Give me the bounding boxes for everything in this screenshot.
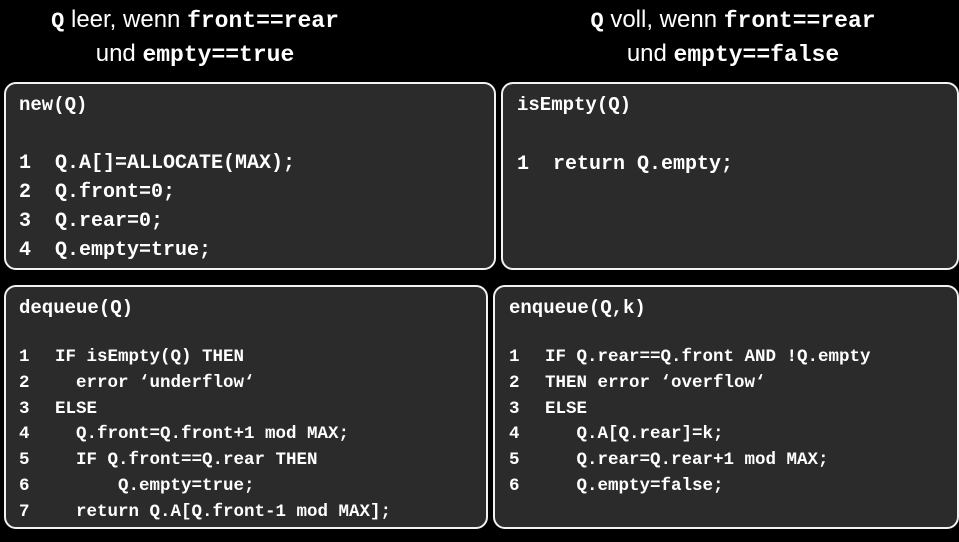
line-number: 2: [19, 372, 30, 393]
queue-full-condition: Q voll, wenn front==rear und empty==fals…: [538, 4, 928, 71]
line-number: 6: [509, 475, 520, 496]
code-line: 1 Q.A[]=ALLOCATE(MAX);: [19, 149, 295, 178]
condition-text: leer, wenn: [64, 6, 188, 33]
condition-expression: empty==false: [673, 42, 840, 68]
code-box-new: new(Q) 1 Q.A[]=ALLOCATE(MAX); 2 Q.front=0;…: [4, 82, 496, 270]
code-line: 2 Q.front=0;: [19, 178, 295, 207]
code-lines: 1 IF isEmpty(Q) THEN 2 error ‘underflow‘ …: [19, 345, 391, 526]
code-line: 2 THEN error ‘overflow‘: [509, 371, 871, 397]
line-code: return Q.A[Q.front-1 mod MAX];: [55, 501, 392, 522]
line-number: 2: [509, 372, 520, 393]
line-number: 5: [19, 450, 30, 471]
line-number: 1: [509, 347, 520, 367]
line-code: Q.A[]=ALLOCATE(MAX);: [55, 152, 296, 175]
line-code: THEN error ‘overflow‘: [545, 372, 766, 393]
line-code: IF Q.rear==Q.front AND !Q.empty: [545, 347, 871, 367]
code-line: 3 Q.rear=0;: [19, 207, 295, 236]
code-line: 1 return Q.empty;: [517, 150, 733, 179]
line-number: 1: [517, 153, 530, 176]
code-box-title: isEmpty(Q): [517, 94, 632, 116]
code-box-title: dequeue(Q): [19, 297, 134, 319]
code-lines: 1 return Q.empty;: [517, 150, 733, 179]
line-code: Q.empty=false;: [545, 475, 724, 496]
line-number: 4: [509, 424, 520, 445]
line-code: Q.front=0;: [55, 181, 176, 204]
queue-full-condition-line1: Q voll, wenn front==rear: [538, 4, 928, 38]
line-number: 1: [19, 347, 30, 367]
line-code: IF Q.front==Q.rear THEN: [55, 450, 318, 471]
code-box-enqueue: enqueue(Q,k) 1 IF Q.rear==Q.front AND !Q.…: [493, 285, 959, 529]
line-code: IF isEmpty(Q) THEN: [55, 347, 245, 367]
code-lines: 1 IF Q.rear==Q.front AND !Q.empty 2 THEN e…: [509, 345, 871, 500]
queue-symbol: Q: [51, 9, 65, 34]
condition-expression: front==rear: [723, 8, 876, 34]
code-line: 1 IF Q.rear==Q.front AND !Q.empty: [509, 345, 871, 371]
code-line: 2 error ‘underflow‘: [19, 371, 391, 397]
queue-full-condition-line2: und empty==false: [538, 38, 928, 71]
line-number: 3: [509, 398, 520, 419]
code-line: 6 Q.empty=true;: [19, 474, 391, 500]
code-line: 7 return Q.A[Q.front-1 mod MAX];: [19, 500, 391, 526]
line-code: Q.rear=0;: [55, 210, 164, 233]
line-code: ELSE: [55, 398, 98, 419]
line-number: 3: [19, 210, 32, 233]
code-box-title: new(Q): [19, 94, 88, 116]
code-lines: 1 Q.A[]=ALLOCATE(MAX); 2 Q.front=0; 3 Q.rea…: [19, 149, 295, 265]
code-box-title: enqueue(Q,k): [509, 297, 646, 319]
condition-expression: front==rear: [187, 8, 339, 34]
code-line: 6 Q.empty=false;: [509, 474, 871, 500]
code-line: 4 Q.A[Q.rear]=k;: [509, 422, 871, 448]
code-line: 3 ELSE: [19, 397, 391, 423]
line-number: 4: [19, 239, 32, 262]
line-code: Q.A[Q.rear]=k;: [545, 424, 724, 445]
line-code: error ‘underflow‘: [55, 372, 255, 393]
queue-symbol: Q: [590, 9, 604, 34]
condition-expression: empty==true: [142, 42, 295, 68]
line-number: 4: [19, 424, 30, 445]
condition-text: voll, wenn: [603, 6, 724, 33]
code-line: 1 IF isEmpty(Q) THEN: [19, 345, 391, 371]
line-number: 2: [19, 181, 32, 204]
code-box-isempty: isEmpty(Q) 1 return Q.empty;: [501, 82, 959, 270]
code-box-dequeue: dequeue(Q) 1 IF isEmpty(Q) THEN 2 error ‘…: [4, 285, 488, 529]
line-code: Q.rear=Q.rear+1 mod MAX;: [545, 450, 829, 471]
code-line: 4 Q.front=Q.front+1 mod MAX;: [19, 422, 391, 448]
code-line: 3 ELSE: [509, 397, 871, 423]
line-code: return Q.empty;: [553, 153, 734, 176]
line-number: 5: [509, 450, 520, 471]
line-code: Q.empty=true;: [55, 239, 212, 262]
line-number: 1: [19, 152, 32, 175]
line-number: 7: [19, 501, 30, 522]
line-code: Q.empty=true;: [55, 475, 255, 496]
line-number: 6: [19, 475, 30, 496]
condition-text: und: [95, 40, 143, 67]
condition-text: und: [626, 40, 674, 67]
line-number: 3: [19, 398, 30, 419]
line-code: ELSE: [545, 398, 588, 419]
queue-empty-condition-line1: Q leer, wenn front==rear: [0, 4, 390, 38]
queue-empty-condition: Q leer, wenn front==rear und empty==true: [0, 4, 390, 71]
queue-empty-condition-line2: und empty==true: [0, 38, 390, 71]
line-code: Q.front=Q.front+1 mod MAX;: [55, 424, 350, 445]
code-line: 5 IF Q.front==Q.rear THEN: [19, 448, 391, 474]
code-line: 4 Q.empty=true;: [19, 236, 295, 265]
code-line: 5 Q.rear=Q.rear+1 mod MAX;: [509, 448, 871, 474]
